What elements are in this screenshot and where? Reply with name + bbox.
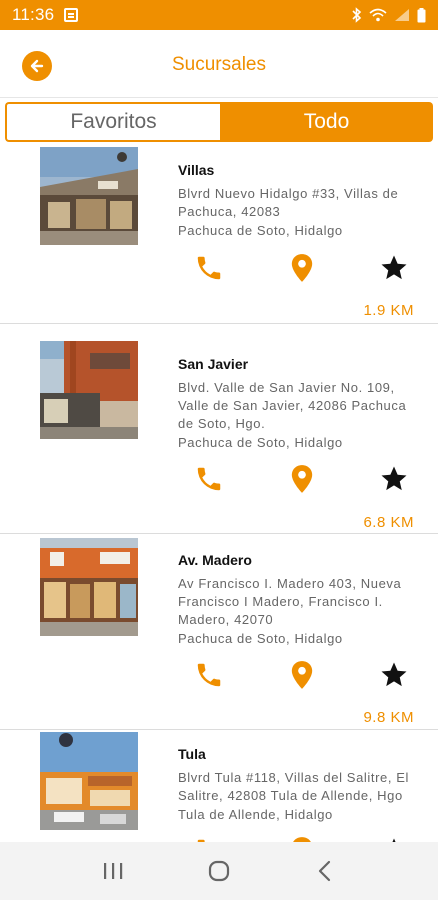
home-button[interactable]	[199, 851, 239, 891]
branch-name: Av. Madero	[178, 552, 252, 568]
favorite-button[interactable]	[377, 658, 411, 692]
star-icon	[381, 255, 407, 280]
map-pin-icon	[291, 661, 313, 689]
branch-name: Villas	[178, 162, 215, 178]
system-back-button[interactable]	[305, 851, 345, 891]
signal-icon	[395, 9, 409, 21]
system-nav-bar	[0, 842, 438, 900]
branch-address: Blvrd Tula #118, Villas del Salitre, El …	[178, 770, 410, 803]
branch-card[interactable]: Av. Madero Av Francisco I. Madero 403, N…	[0, 534, 438, 730]
branch-info: Av. Madero Av Francisco I. Madero 403, N…	[178, 552, 414, 648]
map-button[interactable]	[285, 834, 319, 842]
phone-icon	[197, 467, 221, 491]
call-button[interactable]	[192, 462, 226, 496]
home-icon	[208, 860, 230, 882]
branch-city: Tula de Allende, Hidalgo	[178, 807, 333, 822]
favorite-button[interactable]	[377, 462, 411, 496]
status-icons	[352, 7, 426, 23]
app-header: Sucursales	[0, 30, 438, 98]
branch-photo	[40, 147, 138, 245]
recent-apps-button[interactable]	[93, 851, 133, 891]
back-icon	[318, 860, 331, 882]
branch-city: Pachuca de Soto, Hidalgo	[178, 435, 343, 450]
page-title: Sucursales	[172, 54, 266, 75]
branch-address: Av Francisco I. Madero 403, Nueva Franci…	[178, 576, 402, 627]
branch-address: Blvd. Valle de San Javier No. 109, Valle…	[178, 380, 407, 431]
battery-icon	[417, 7, 426, 22]
call-button[interactable]	[192, 834, 226, 842]
filter-tabs: Favoritos Todo	[5, 102, 433, 142]
branch-photo	[40, 732, 138, 830]
branch-address: Blvrd Nuevo Hidalgo #33, Villas de Pachu…	[178, 186, 399, 219]
branch-info: Villas Blvrd Nuevo Hidalgo #33, Villas d…	[178, 162, 414, 240]
phone-icon	[197, 663, 221, 687]
branch-info: Tula Blvrd Tula #118, Villas del Salitre…	[178, 746, 414, 824]
notification-icon	[64, 8, 79, 22]
branch-card[interactable]: Tula Blvrd Tula #118, Villas del Salitre…	[0, 730, 438, 842]
map-button[interactable]	[285, 251, 319, 285]
branch-card[interactable]: San Javier Blvd. Valle de San Javier No.…	[0, 324, 438, 534]
branch-photo	[40, 341, 138, 439]
status-time: 11:36	[12, 5, 55, 24]
branch-info: San Javier Blvd. Valle de San Javier No.…	[178, 356, 414, 452]
star-icon	[381, 662, 407, 687]
branch-distance: 1.9 KM	[363, 302, 414, 319]
branch-photo	[40, 538, 138, 636]
favorite-button[interactable]	[377, 251, 411, 285]
map-button[interactable]	[285, 658, 319, 692]
branch-city: Pachuca de Soto, Hidalgo	[178, 631, 343, 646]
map-pin-icon	[291, 254, 313, 282]
branch-name: Tula	[178, 746, 206, 762]
bluetooth-icon	[352, 7, 362, 23]
map-pin-icon	[291, 465, 313, 493]
branch-list[interactable]: Villas Blvrd Nuevo Hidalgo #33, Villas d…	[0, 142, 438, 842]
status-bar: 11:36	[0, 0, 438, 30]
branch-card[interactable]: Villas Blvrd Nuevo Hidalgo #33, Villas d…	[0, 142, 438, 324]
call-button[interactable]	[192, 251, 226, 285]
recent-apps-icon	[104, 863, 123, 879]
call-button[interactable]	[192, 658, 226, 692]
branch-distance: 9.8 KM	[363, 709, 414, 726]
star-icon	[381, 466, 407, 491]
tab-todo[interactable]: Todo	[220, 102, 433, 142]
favorite-button[interactable]	[377, 834, 411, 842]
map-button[interactable]	[285, 462, 319, 496]
tab-favoritos[interactable]: Favoritos	[5, 102, 220, 142]
wifi-icon	[369, 8, 387, 22]
phone-icon	[197, 256, 221, 280]
branch-city: Pachuca de Soto, Hidalgo	[178, 223, 343, 238]
branch-distance: 6.8 KM	[363, 514, 414, 531]
branch-name: San Javier	[178, 356, 249, 372]
